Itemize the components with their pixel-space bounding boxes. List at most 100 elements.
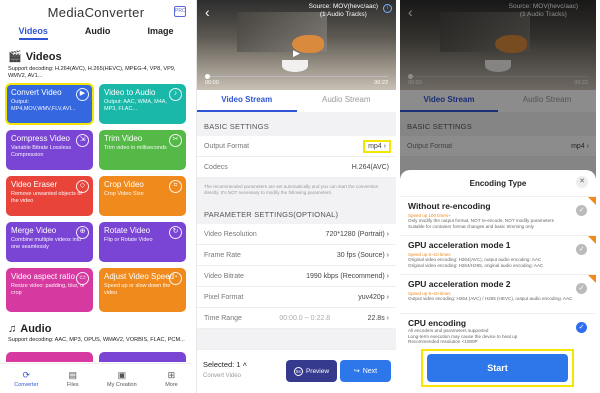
basic-settings-heading: BASIC SETTINGS: [204, 122, 269, 131]
time-range-row[interactable]: Time Range 00:00.0 ~ 0:22.8 22.8s ›: [197, 308, 396, 329]
selected-count[interactable]: Selected: 1 ˄: [203, 360, 247, 369]
merge-icon: ⊕: [76, 226, 89, 239]
option-without-reencoding[interactable]: Without re-encoding Speed up 100 times+ …: [400, 196, 596, 235]
app-header: MediaConverter PRO: [0, 0, 192, 24]
adjust-video-speed-card[interactable]: Adjust Video Speed Speed up or slow down…: [99, 268, 186, 312]
audio-card-peek[interactable]: [6, 352, 93, 362]
tab-label: Files: [66, 381, 79, 388]
next-arrow-icon: ↪: [353, 368, 360, 375]
videos-heading: Videos: [25, 50, 62, 63]
check-icon[interactable]: ✓: [576, 283, 587, 294]
check-icon[interactable]: ✓: [576, 322, 587, 333]
encoding-type-screen: ‹ Source: MOV(hevc/aac) (1 Audio Tracks)…: [400, 0, 596, 393]
tab-more[interactable]: ⊞ More: [165, 370, 178, 388]
corner-badge: [588, 275, 596, 283]
tab-video-stream[interactable]: Video Stream: [197, 90, 297, 112]
tab-videos[interactable]: Videos: [18, 24, 48, 40]
tab-label: More: [165, 381, 178, 388]
preview-badge: 5s: [293, 366, 303, 376]
audio-support-text: Support decoding: AAC, MP3, OPUS, WMAV2,…: [8, 337, 185, 343]
tool-grid: Convert Video Output: MP4,MOV,WMV,FLV,AV…: [5, 83, 192, 312]
play-icon[interactable]: ▶: [290, 46, 304, 60]
tab-image[interactable]: Image: [147, 24, 173, 40]
row-label: Codecs: [204, 163, 228, 171]
grid-icon: ⊞: [167, 369, 176, 380]
card-desc: Resize video: padding, blur, or crop: [11, 283, 85, 296]
output-format-row[interactable]: Output Format mp4 ›: [197, 136, 396, 157]
rotate-icon: ↻: [169, 226, 182, 239]
close-icon[interactable]: ✕: [576, 176, 588, 188]
convert-video-card[interactable]: Convert Video Output: MP4,MOV,WMV,FLV,AV…: [5, 83, 94, 125]
video-eraser-card[interactable]: Video Eraser Remove unwanted objects of …: [6, 176, 93, 216]
videos-section-heading: 🎬 Videos: [8, 50, 192, 64]
convert-icon: ⟳: [22, 369, 31, 380]
info-icon[interactable]: i: [383, 4, 392, 13]
aspect-icon: ▭: [76, 272, 89, 285]
compress-icon: ⇲: [76, 134, 89, 147]
next-button[interactable]: ↪ Next: [340, 360, 391, 382]
option-cpu-encoding[interactable]: CPU encoding All encoders and parameters…: [400, 313, 596, 352]
video-source-info: Source: MOV(hevc/aac) (1 Audio Tracks): [308, 3, 378, 18]
video-bitrate-row[interactable]: Video Bitrate 1990 kbps (Recommend) ›: [197, 266, 396, 287]
speed-icon: ◔: [169, 272, 182, 285]
total-time: 00:22: [374, 80, 388, 86]
tab-label: My Creation: [107, 381, 137, 388]
frame-rate-row[interactable]: Frame Rate 30 fps (Source) ›: [197, 245, 396, 266]
row-label: Output Format: [204, 142, 250, 150]
trim-video-card[interactable]: Trim Video Trim video in milliseconds ✂: [99, 130, 186, 170]
app-title: MediaConverter: [47, 4, 145, 20]
video-to-audio-card[interactable]: Video to Audio Output: AAC, WMA, M4A, MP…: [99, 84, 186, 124]
scissors-icon: ✂: [169, 134, 182, 147]
check-icon[interactable]: ✓: [576, 205, 587, 216]
card-desc: Crop Video Size: [104, 191, 144, 197]
waveform-icon: ♪: [169, 88, 182, 101]
converter-screen: MediaConverter PRO Videos Audio Image 🎬 …: [0, 0, 196, 393]
codecs-row[interactable]: Codecs H.264(AVC): [197, 157, 396, 178]
stream-tabs: Video Stream Audio Stream: [197, 90, 396, 112]
parameter-settings-heading: PARAMETER SETTINGS(OPTIONAL): [204, 210, 339, 219]
crop-icon: ⌗: [169, 180, 182, 193]
convert-video-caption: Convert Video: [203, 373, 241, 379]
eraser-icon: ◇: [76, 180, 89, 193]
video-scrubber[interactable]: [205, 76, 388, 77]
output-format-value[interactable]: mp4 ›: [363, 139, 391, 153]
chevron-right-icon: ›: [383, 142, 386, 150]
bottom-tab-bar: ⟳ Converter ▤ Files ▣ My Creation ⊞ More: [0, 363, 192, 393]
scrubber-handle[interactable]: [205, 74, 210, 79]
pro-badge[interactable]: PRO: [174, 6, 186, 17]
rotate-video-card[interactable]: Rotate Video Flip or Rotate Video ↻: [99, 222, 186, 262]
audio-card-peek[interactable]: [99, 352, 186, 362]
card-desc: Remove unwanted objects of the video: [11, 191, 82, 204]
audio-section-heading: ♫ Audio: [8, 323, 51, 335]
chevron-right-icon: ›: [386, 272, 389, 280]
video-resolution-row[interactable]: Video Resolution 720*1280 (Portrait) ›: [197, 224, 396, 245]
crop-video-card[interactable]: Crop Video Crop Video Size ⌗: [99, 176, 186, 216]
tab-my-creation[interactable]: ▣ My Creation: [107, 370, 137, 388]
video-preview[interactable]: ‹ Source: MOV(hevc/aac) (1 Audio Tracks)…: [197, 0, 396, 90]
tab-converter[interactable]: ⟳ Converter: [14, 370, 38, 388]
codecs-value: H.264(AVC): [351, 163, 389, 171]
tab-audio[interactable]: Audio: [85, 24, 111, 40]
preview-button[interactable]: 5s Preview: [286, 360, 337, 382]
corner-badge: [588, 236, 596, 244]
pixel-format-row[interactable]: Pixel Format yuv420p ›: [197, 287, 396, 308]
merge-video-card[interactable]: Merge Video Combine multiple videos into…: [6, 222, 93, 262]
bottom-action-bar: Selected: 1 ˄ Convert Video 5s Preview ↪…: [197, 349, 396, 393]
tab-audio-stream[interactable]: Audio Stream: [297, 90, 397, 112]
chevron-right-icon: ›: [386, 314, 389, 322]
folder-icon: ▤: [68, 369, 77, 380]
compress-video-card[interactable]: Compress Video Variable Bitrate Lossless…: [6, 130, 93, 170]
creation-icon: ▣: [117, 369, 127, 380]
media-tabs: Videos Audio Image: [0, 24, 192, 40]
option-gpu-mode-1[interactable]: GPU acceleration mode 1 Speed up 5~10 ti…: [400, 235, 596, 274]
video-aspect-ratio-card[interactable]: Video aspect ratio Resize video: padding…: [6, 268, 93, 312]
card-desc: Variable Bitrate Lossless Compression: [11, 145, 72, 158]
back-arrow-icon[interactable]: ‹: [205, 4, 210, 20]
card-desc: Combine multiple videos into one seamles…: [11, 237, 82, 250]
check-icon[interactable]: ✓: [576, 244, 587, 255]
convert-settings-screen: ‹ Source: MOV(hevc/aac) (1 Audio Tracks)…: [196, 0, 400, 393]
start-button[interactable]: Start: [427, 354, 568, 382]
tab-files[interactable]: ▤ Files: [67, 370, 79, 388]
option-gpu-mode-2[interactable]: GPU acceleration mode 2 Speed up 5~10 ti…: [400, 274, 596, 313]
chevron-right-icon: ›: [386, 251, 389, 259]
